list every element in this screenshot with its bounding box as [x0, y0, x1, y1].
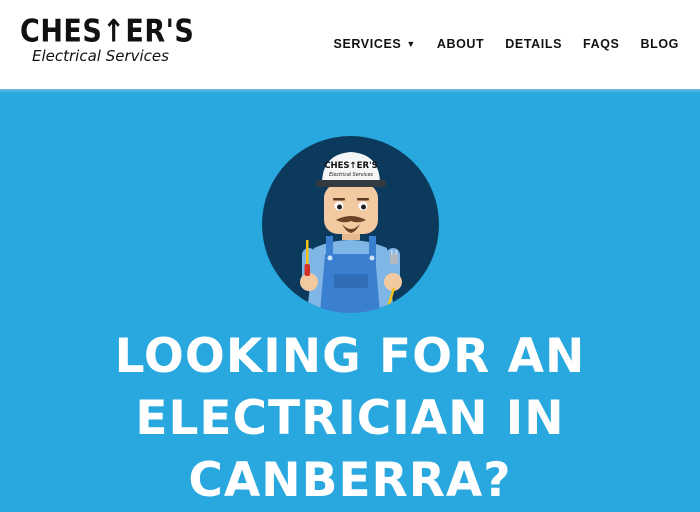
- mascot-cap-tagline: Electrical Services: [329, 172, 373, 178]
- nav-item-services[interactable]: SERVICES ▼: [334, 37, 416, 51]
- nav-item-label: FAQS: [583, 37, 620, 51]
- caret-down-icon: ▼: [406, 39, 416, 49]
- hero-title-line: ELECTRICIAN IN: [135, 391, 565, 446]
- mascot-cap-logo: CHES↑ER'S: [324, 161, 377, 171]
- nav-item-faqs[interactable]: FAQS: [583, 37, 619, 51]
- hero-title-line: CANBERRA?: [188, 453, 512, 508]
- hero-title: LOOKING FOR AN ELECTRICIAN IN CANBERRA?: [0, 326, 700, 512]
- site-header: CHES↑ER'S Electrical Services SERVICES ▼…: [0, 0, 700, 89]
- mascot-face: [324, 184, 378, 234]
- nav-item-label: BLOG: [640, 37, 679, 51]
- nav-item-blog[interactable]: BLOG: [640, 37, 679, 51]
- logo-tagline: Electrical Services: [32, 47, 169, 65]
- nav-item-label: DETAILS: [505, 37, 563, 51]
- nav-item-about[interactable]: ABOUT: [437, 37, 484, 51]
- header-divider: [0, 89, 700, 93]
- nav-item-label: ABOUT: [436, 37, 485, 51]
- hero-title-line: LOOKING FOR AN: [114, 329, 586, 384]
- nav-item-label: SERVICES: [333, 37, 402, 51]
- logo-wordmark: CHES↑ER'S: [20, 14, 195, 50]
- electrician-mascot: CHES↑ER'S Electrical Services: [262, 136, 439, 313]
- nav-item-details[interactable]: DETAILS: [505, 37, 562, 51]
- main-nav: SERVICES ▼ ABOUT DETAILS FAQS BLOG: [334, 37, 679, 51]
